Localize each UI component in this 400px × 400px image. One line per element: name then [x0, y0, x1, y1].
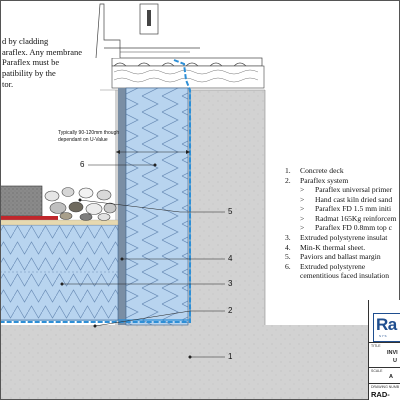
legend-item-text: Paraflex FD 1.5 mm initi — [315, 204, 392, 214]
legend-subitem: > Paraflex FD 0.8mm top c — [285, 223, 400, 233]
scale-label: SCALE — [371, 369, 383, 373]
legend-item-text: Paviors and ballast margin — [300, 252, 381, 262]
logo-text: Ra — [376, 315, 397, 334]
legend-item-text: Paraflex FD 0.8mm top c — [315, 223, 392, 233]
cladding-note-line: patibility by the — [2, 67, 56, 78]
legend-item-num: > — [300, 223, 305, 233]
legend-item-num: 1. — [285, 166, 291, 175]
legend-item-num: > — [300, 213, 305, 223]
title-label: TITLE — [371, 344, 381, 348]
legend-subitem: > Radmat 165Kg reinforcem — [285, 214, 400, 224]
vertical-insulation — [118, 87, 189, 326]
cladding-note-line: tor. — [2, 78, 14, 89]
legend-continuation: cementitious faced insulation — [300, 271, 389, 281]
title-line-1: INVI — [387, 350, 398, 356]
dimension-note-line: Typically 90-120mm though — [58, 130, 120, 136]
legend-item-num: 2. — [285, 175, 291, 185]
legend-item-num: 3. — [285, 232, 291, 242]
legend-item: 1. Concrete deck — [285, 166, 400, 176]
legend-item-text: Extruded polystyrene insulat — [300, 232, 388, 242]
legend-item: 6. Extruded polystyrene — [285, 262, 400, 272]
legend-item-num: > — [300, 194, 305, 204]
legend-subitem: > Paraflex FD 1.5 mm initi — [285, 204, 400, 214]
concrete-deck — [0, 325, 368, 400]
legend-subitem: > Hand cast kiln dried sand — [285, 195, 400, 205]
cladding-note-line: d by cladding — [2, 36, 49, 46]
cladding-coping — [95, 3, 265, 89]
legend-item-num: > — [300, 204, 305, 214]
title-line-2: U — [393, 358, 397, 364]
callout-3: 3 — [228, 279, 233, 288]
cladding-note: d by cladding araflex. Any membrane Para… — [2, 36, 82, 89]
paviors-ballast — [0, 185, 119, 226]
callout-6: 6 — [80, 160, 85, 169]
legend: 1. Concrete deck 2. Paraflex system > Paraf… — [285, 166, 400, 281]
legend-item-text: Hand cast kiln dried sand — [315, 194, 393, 204]
company-logo: Ra S Y S — [373, 313, 400, 342]
legend-item-num: 5. — [285, 252, 291, 262]
callout-1: 1 — [228, 352, 233, 361]
dimension-note-line: dependant on U-Value — [58, 136, 108, 143]
legend-item-text: Paraflex universal primer — [315, 185, 393, 195]
drawing-number: RAD- — [371, 390, 390, 399]
legend-item-text: Concrete deck — [300, 166, 344, 175]
legend-item-text: Min-K thermal sheet. — [300, 242, 366, 252]
legend-item-text: Radmat 165Kg reinforcem — [315, 213, 397, 223]
logo-subtext: S Y S — [379, 334, 387, 338]
legend-item-num: 6. — [285, 261, 291, 271]
cladding-note-line: Paraflex must be — [2, 57, 60, 68]
legend-subitem: > Paraflex universal primer — [285, 185, 400, 195]
legend-item: 2. Paraflex system — [285, 176, 400, 186]
horizontal-insulation — [0, 224, 119, 321]
legend-item: 4. Min-K thermal sheet. — [285, 243, 400, 253]
callout-5: 5 — [228, 207, 233, 216]
drawing-number-label: DRAWING NUMB — [371, 385, 400, 389]
legend-item-num: > — [300, 185, 305, 195]
legend-item-num: 4. — [285, 242, 291, 252]
legend-item-text: Paraflex system — [300, 175, 349, 185]
callout-4: 4 — [228, 254, 233, 263]
cladding-note-line: araflex. Any membrane — [2, 46, 83, 57]
legend-item: 3. Extruded polystyrene insulat — [285, 233, 400, 243]
scale-value: A — [389, 374, 393, 380]
legend-item: 5. Paviors and ballast margin — [285, 252, 400, 262]
dimension-note: Typically 90-120mm though dependant on U… — [58, 130, 119, 143]
callout-2: 2 — [228, 306, 233, 315]
legend-item-text: Extruded polystyrene — [300, 261, 366, 271]
